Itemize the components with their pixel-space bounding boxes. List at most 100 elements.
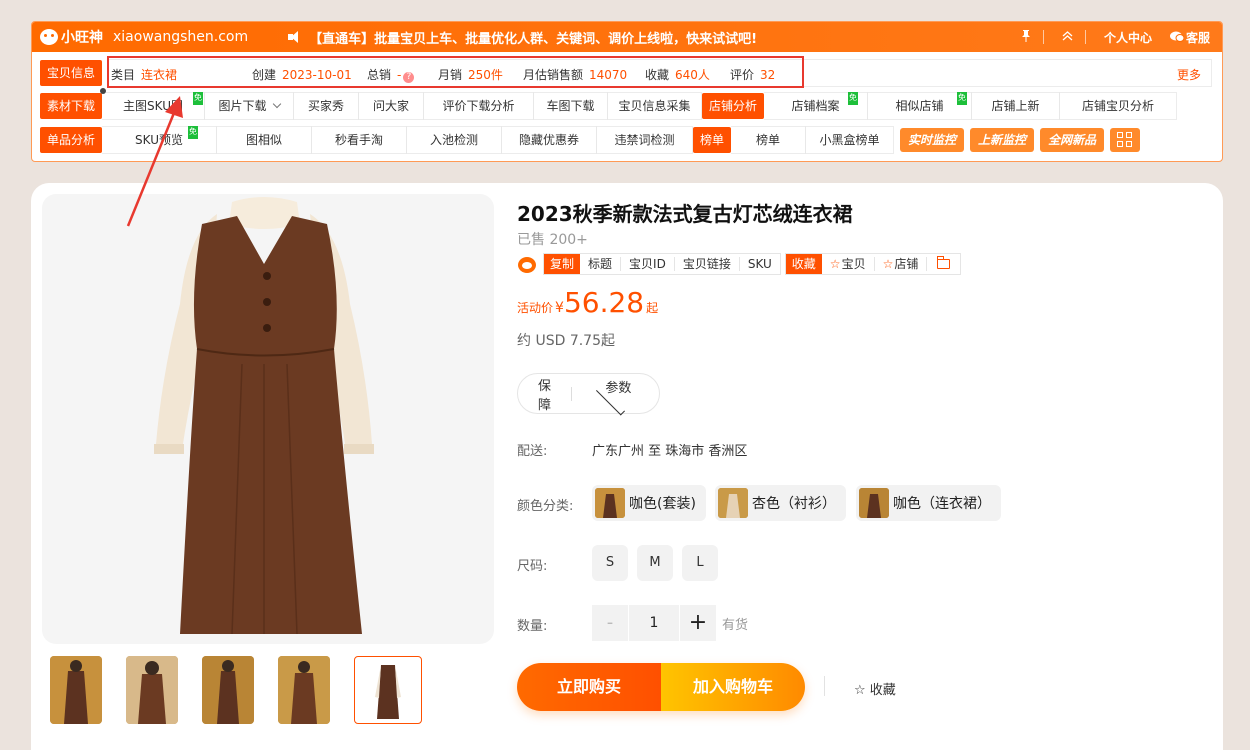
link-sku-preview[interactable]: SKU预览免: [102, 126, 218, 154]
pill-all-new[interactable]: 全网新品: [1040, 128, 1105, 152]
thumbnail-selected[interactable]: [354, 656, 422, 724]
star-icon: ☆: [882, 257, 894, 271]
thumbnail[interactable]: [50, 656, 102, 724]
thumbnail[interactable]: [202, 656, 254, 724]
link-review-download[interactable]: 评价下载分析: [424, 92, 535, 120]
logo-url[interactable]: xiaowangshen.com: [113, 29, 248, 45]
support-label: 客服: [1185, 30, 1210, 45]
guarantee-tab[interactable]: 保障: [518, 375, 571, 413]
divider: [1084, 30, 1086, 44]
free-badge: 免: [957, 92, 968, 108]
link-buyer-show[interactable]: 买家秀: [294, 92, 360, 120]
color-thumb: [859, 488, 889, 518]
size-option-m[interactable]: M: [637, 545, 673, 581]
logo-icon: [40, 29, 58, 45]
pill-realtime-monitor[interactable]: 实时监控: [900, 128, 965, 152]
logo-name: 小旺神: [61, 30, 103, 46]
link-ranking[interactable]: 榜单: [731, 126, 807, 154]
price-currency: ¥: [555, 300, 564, 316]
collect-label: 收藏: [785, 254, 822, 274]
link-similar-shops[interactable]: 相似店铺免: [868, 92, 973, 120]
link-main-sku-image[interactable]: 主图SKU图免: [102, 92, 206, 120]
color-option[interactable]: 咖色（连衣裙）: [856, 485, 1001, 521]
support-link[interactable]: 客服: [1169, 29, 1210, 46]
ranking-links: 榜单 小黑盒榜单: [731, 126, 895, 154]
purchase-buttons: 立即购买 加入购物车: [517, 663, 805, 711]
folder-icon[interactable]: [937, 256, 951, 269]
copy-link-button[interactable]: 宝贝链接: [675, 257, 740, 271]
link-shop-new[interactable]: 店铺上新: [972, 92, 1061, 120]
price-value: 56.28: [563, 286, 645, 319]
highlight-box: [107, 56, 804, 88]
link-black-box-ranking[interactable]: 小黑盒榜单: [806, 126, 893, 154]
thumbnail[interactable]: [278, 656, 330, 724]
tag-ranking[interactable]: 榜单: [693, 127, 732, 153]
thumbnail[interactable]: [126, 656, 178, 724]
copy-id-button[interactable]: 宝贝ID: [621, 257, 675, 271]
link-forbidden-words[interactable]: 违禁词检测: [597, 126, 692, 154]
link-shop-item-analysis[interactable]: 店铺宝贝分析: [1060, 92, 1176, 120]
link-car-image[interactable]: 车图下载: [534, 92, 609, 120]
quantity-decrease-button[interactable]: -: [592, 605, 628, 641]
collect-group: 收藏 ☆宝贝 ☆店铺: [784, 253, 962, 275]
quantity-stepper: - 1 + 有货: [592, 605, 748, 641]
grid-icon[interactable]: [1110, 128, 1141, 152]
more-link[interactable]: 更多: [1177, 66, 1201, 83]
shop-links: 店铺档案免 相似店铺免 店铺上新 店铺宝贝分析: [764, 92, 1178, 120]
color-thumb: [718, 488, 748, 518]
link-hidden-coupon[interactable]: 隐藏优惠券: [502, 126, 598, 154]
material-row: 素材下载 主图SKU图免 图片下载 买家秀 问大家 评价下载分析 车图下载 宝贝…: [40, 92, 1212, 120]
chevron-down-icon: [272, 99, 281, 109]
price: 活动价 ¥ 56.28 起: [517, 286, 658, 319]
price-suffix: 起: [646, 301, 659, 315]
divider: [824, 676, 825, 696]
chat-icon: [1169, 31, 1184, 42]
quantity-input[interactable]: 1: [629, 605, 679, 641]
tag-shop-analysis[interactable]: 店铺分析: [702, 93, 765, 119]
color-thumb: [595, 488, 625, 518]
plugin-logo[interactable]: 小旺神 xiaowangshen.com: [40, 27, 248, 47]
plugin-header: 小旺神 xiaowangshen.com 【直通车】批量宝贝上车、批量优化人群、…: [32, 22, 1222, 52]
service-params-selector[interactable]: 保障 参数: [517, 373, 660, 415]
stock-status: 有货: [722, 617, 749, 633]
chevron-up-icon[interactable]: [1062, 30, 1073, 44]
pill-new-monitor[interactable]: 上新监控: [970, 128, 1035, 152]
color-label: 颜色分类:: [517, 499, 574, 514]
color-option[interactable]: 咖色(套装): [592, 485, 706, 521]
link-pool-check[interactable]: 入池检测: [407, 126, 503, 154]
link-shop-archive[interactable]: 店铺档案免: [764, 92, 869, 120]
announcement[interactable]: 【直通车】批量宝贝上车、批量优化人群、关键词、调价上线啦，快来试试吧!: [288, 28, 757, 47]
buy-now-button[interactable]: 立即购买: [517, 663, 661, 711]
analysis-links: SKU预览免 图相似 秒看手淘 入池检测 隐藏优惠券 违禁词检测: [102, 126, 694, 154]
add-to-cart-button[interactable]: 加入购物车: [661, 663, 805, 711]
copy-title-button[interactable]: 标题: [580, 257, 622, 271]
link-ask-all[interactable]: 问大家: [359, 92, 425, 120]
pin-icon[interactable]: [1021, 29, 1031, 45]
announcement-text: 【直通车】批量宝贝上车、批量优化人群、关键词、调价上线啦，快来试试吧!: [309, 31, 758, 47]
favorite-button[interactable]: ☆ 收藏: [854, 679, 896, 698]
tag-single-analysis[interactable]: 单品分析: [40, 127, 103, 153]
size-option-s[interactable]: S: [592, 545, 628, 581]
tag-material-download[interactable]: 素材下载: [40, 93, 103, 119]
copy-group: 复制 标题 宝贝ID 宝贝链接 SKU: [543, 253, 781, 275]
collect-item-button[interactable]: ☆宝贝: [822, 257, 875, 271]
copy-sku-button[interactable]: SKU: [740, 257, 780, 271]
main-product-image[interactable]: [42, 194, 494, 644]
link-info-collect[interactable]: 宝贝信息采集: [608, 92, 701, 120]
plugin-logo-icon: [517, 255, 537, 273]
plugin-toolbar: 复制 标题 宝贝ID 宝贝链接 SKU 收藏 ☆宝贝 ☆店铺: [517, 253, 965, 275]
size-option-l[interactable]: L: [682, 545, 718, 581]
quantity-increase-button[interactable]: +: [680, 605, 716, 641]
shipping-label: 配送:: [517, 444, 548, 459]
sold-count: 已售 200+: [517, 232, 588, 248]
personal-center-link[interactable]: 个人中心: [1104, 29, 1152, 46]
link-image-download[interactable]: 图片下载: [205, 92, 295, 120]
tag-product-info[interactable]: 宝贝信息: [40, 60, 103, 86]
collect-shop-button[interactable]: ☆店铺: [875, 257, 928, 271]
params-tab[interactable]: 参数: [571, 377, 659, 415]
speaker-icon: [288, 31, 304, 43]
shipping-route[interactable]: 广东广州 至 珠海市 香洲区: [592, 440, 747, 459]
link-image-similar[interactable]: 图相似: [217, 126, 313, 154]
link-quick-view[interactable]: 秒看手淘: [312, 126, 408, 154]
color-option[interactable]: 杏色（衬衫）: [715, 485, 846, 521]
